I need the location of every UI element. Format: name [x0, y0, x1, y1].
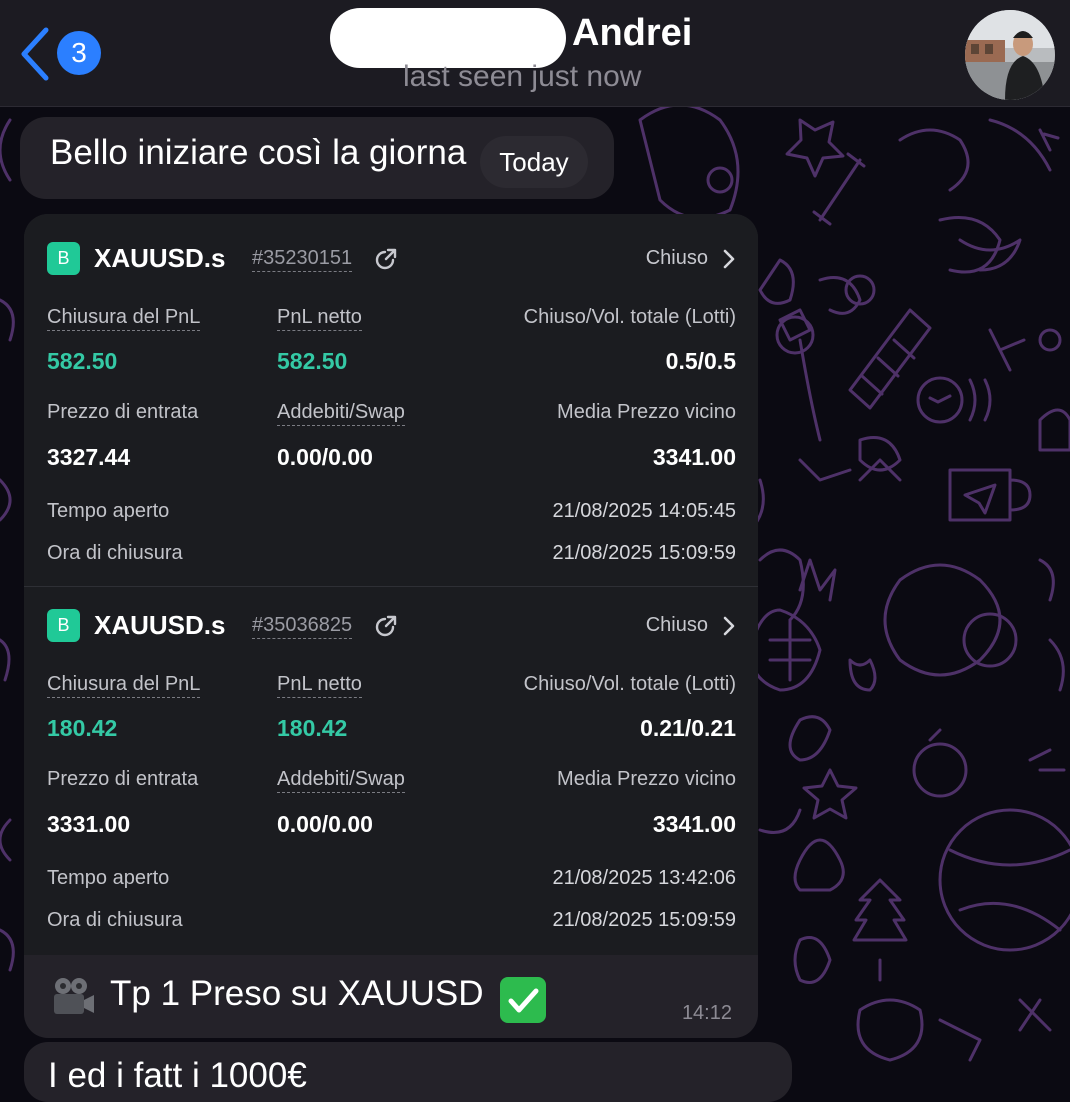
closing-pnl-value: 582.50	[47, 348, 118, 374]
open-time-label: Tempo aperto	[47, 500, 170, 522]
open-time-label: Tempo aperto	[47, 867, 170, 889]
external-link-icon[interactable]	[374, 614, 398, 638]
trade-card[interactable]: B XAUUSD.s #35230151 Chiuso Chiusura del…	[24, 214, 758, 587]
open-time-value: 21/08/2025 13:42:06	[552, 867, 736, 889]
avg-close-label: Media Prezzo vicino	[557, 768, 736, 790]
closing-pnl-label: Chiusura del PnL	[47, 306, 201, 331]
close-time-value: 21/08/2025 15:09:59	[552, 909, 736, 931]
trade-status[interactable]: Chiuso	[646, 247, 708, 270]
charges-value: 0.00/0.00	[277, 811, 373, 837]
net-pnl-label: PnL netto	[277, 673, 362, 698]
external-link-icon[interactable]	[374, 247, 398, 271]
date-separator: Today	[480, 136, 588, 188]
closing-pnl-value: 180.42	[47, 715, 118, 741]
trade-symbol: XAUUSD.s	[94, 610, 226, 640]
volume-value: 0.5/0.5	[665, 348, 736, 374]
caption-text: Tp 1 Preso su XAUUSD	[110, 974, 484, 1013]
closing-pnl-label: Chiusura del PnL	[47, 673, 201, 698]
check-mark-icon	[500, 977, 546, 1023]
message-bubble-trades[interactable]: B XAUUSD.s #35230151 Chiuso Chiusura del…	[24, 214, 758, 1038]
net-pnl-value: 582.50	[277, 348, 348, 374]
avg-close-label: Media Prezzo vicino	[557, 401, 736, 423]
close-time-value: 21/08/2025 15:09:59	[552, 542, 736, 564]
volume-value: 0.21/0.21	[640, 715, 736, 741]
avatar[interactable]	[965, 10, 1055, 100]
last-seen-status: last seen just now	[403, 60, 642, 93]
unread-count-badge[interactable]: 3	[57, 31, 101, 75]
entry-price-value: 3331.00	[47, 811, 131, 837]
order-id[interactable]: #35036825	[252, 614, 353, 639]
order-id[interactable]: #35230151	[252, 247, 353, 272]
trade-symbol: XAUUSD.s	[94, 243, 226, 273]
trade-status[interactable]: Chiuso	[646, 614, 708, 637]
buy-badge-icon: B	[47, 242, 80, 275]
chat-header: 3 Andrei last seen just now	[0, 0, 1070, 107]
close-time-label: Ora di chiusura	[47, 909, 183, 931]
entry-price-label: Prezzo di entrata	[47, 768, 199, 790]
avg-close-value: 3341.00	[652, 811, 736, 837]
charges-value: 0.00/0.00	[277, 444, 373, 470]
contact-name[interactable]: Andrei	[572, 12, 692, 55]
message-text: I ed i fatt i 1000€	[48, 1056, 307, 1095]
trade-card[interactable]: B XAUUSD.s #35036825 Chiuso Chiusura del…	[24, 587, 758, 955]
film-camera-icon	[54, 978, 94, 1014]
charges-label: Addebiti/Swap	[277, 401, 405, 426]
message-text: Bello iniziare così la giorna	[50, 133, 467, 172]
charges-label: Addebiti/Swap	[277, 768, 405, 793]
net-pnl-label: PnL netto	[277, 306, 362, 331]
open-time-value: 21/08/2025 14:05:45	[552, 500, 736, 522]
message-time: 14:12	[681, 1002, 732, 1024]
net-pnl-value: 180.42	[277, 715, 348, 741]
message-bubble-next[interactable]: I ed i fatt i 1000€	[24, 1042, 792, 1102]
redaction-mark	[330, 8, 566, 68]
entry-price-value: 3327.44	[47, 444, 131, 470]
volume-label: Chiuso/Vol. totale (Lotti)	[523, 673, 736, 695]
back-chevron-icon[interactable]	[18, 26, 52, 82]
buy-badge-icon: B	[47, 609, 80, 642]
avg-close-value: 3341.00	[652, 444, 736, 470]
chevron-right-icon[interactable]	[722, 616, 736, 636]
volume-label: Chiuso/Vol. totale (Lotti)	[523, 306, 736, 328]
entry-price-label: Prezzo di entrata	[47, 401, 199, 423]
close-time-label: Ora di chiusura	[47, 542, 183, 564]
chevron-right-icon[interactable]	[722, 249, 736, 269]
